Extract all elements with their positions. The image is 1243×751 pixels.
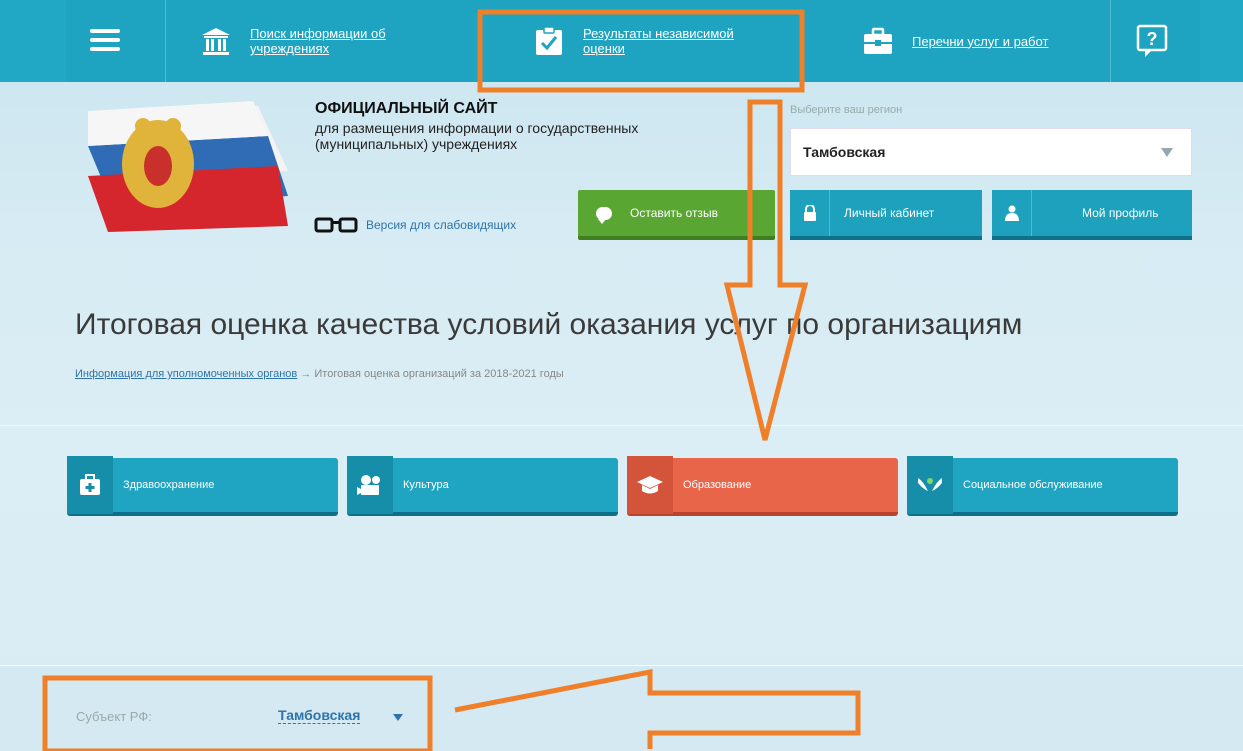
site-subtitle: для размещения информации о государствен… — [315, 120, 639, 152]
site-title: ОФИЦИАЛЬНЫЙ САЙТ — [315, 100, 498, 117]
nav-item-label: Поиск информации об учреждениях — [250, 26, 386, 56]
nav-item-label: Перечни услуг и работ — [912, 33, 1049, 49]
category-label: Социальное обслуживание — [963, 479, 1103, 491]
nav-item-label: Результаты независимой оценки — [583, 26, 734, 56]
glasses-icon — [314, 217, 358, 233]
clipboard-check-icon — [533, 25, 565, 57]
page-title: Итоговая оценка качества условий оказани… — [75, 308, 1023, 341]
leave-feedback-button[interactable]: Оставить отзыв — [578, 190, 775, 240]
briefcase-icon — [862, 25, 894, 57]
chat-bubble-icon — [596, 206, 612, 224]
chevron-down-icon — [1161, 148, 1173, 157]
hamburger-icon[interactable] — [90, 29, 120, 51]
breadcrumb-current: → Итоговая оценка организаций за 2018-20… — [300, 368, 564, 380]
category-label: Здравоохранение — [123, 479, 215, 491]
my-profile-button[interactable]: Мой профиль — [992, 190, 1192, 240]
nav-item-search-institutions[interactable]: Поиск информации об учреждениях — [200, 0, 425, 82]
cabinet-label: Личный кабинет — [844, 206, 935, 220]
user-icon — [992, 190, 1032, 236]
lock-icon — [790, 190, 830, 236]
nav-item-assessment-results[interactable]: Результаты независимой оценки — [533, 0, 758, 82]
film-camera-icon — [347, 456, 393, 514]
region-select[interactable]: Тамбовская — [790, 128, 1192, 176]
medkit-icon — [67, 456, 113, 514]
institution-icon — [200, 25, 232, 57]
hands-care-icon — [907, 456, 953, 514]
profile-label: Мой профиль — [1082, 206, 1159, 220]
breadcrumb: Информация для уполномоченных органов → … — [75, 368, 564, 380]
breadcrumb-link[interactable]: Информация для уполномоченных органов — [75, 368, 297, 380]
low-vision-label: Версия для слабовидящих — [366, 218, 517, 232]
nav-separator — [1110, 0, 1111, 82]
filter-band — [0, 665, 1243, 751]
region-label: Выберите ваш регион — [790, 104, 903, 116]
graduation-cap-icon — [627, 456, 673, 514]
category-culture-button[interactable]: Культура — [347, 456, 618, 516]
personal-cabinet-button[interactable]: Личный кабинет — [790, 190, 982, 240]
nav-item-service-lists[interactable]: Перечни услуг и работ — [862, 0, 1087, 82]
feedback-label: Оставить отзыв — [630, 206, 718, 220]
category-label: Образование — [683, 479, 752, 491]
nav-separator — [165, 0, 166, 82]
subject-region-dropdown[interactable]: Тамбовская — [278, 707, 361, 724]
chevron-down-icon[interactable] — [393, 714, 403, 721]
svg-text:?: ? — [1147, 29, 1158, 49]
russian-flag-coat-of-arms-logo — [88, 96, 288, 232]
section-divider — [0, 425, 1243, 426]
subject-label: Субъект РФ: — [76, 709, 152, 724]
low-vision-version-link[interactable]: Версия для слабовидящих — [314, 217, 516, 233]
category-label: Культура — [403, 479, 449, 491]
help-question-icon[interactable]: ? — [1136, 24, 1168, 58]
region-value: Тамбовская — [803, 144, 886, 160]
category-social-services-button[interactable]: Социальное обслуживание — [907, 456, 1178, 516]
category-healthcare-button[interactable]: Здравоохранение — [67, 456, 338, 516]
category-education-button[interactable]: Образование — [627, 456, 898, 516]
